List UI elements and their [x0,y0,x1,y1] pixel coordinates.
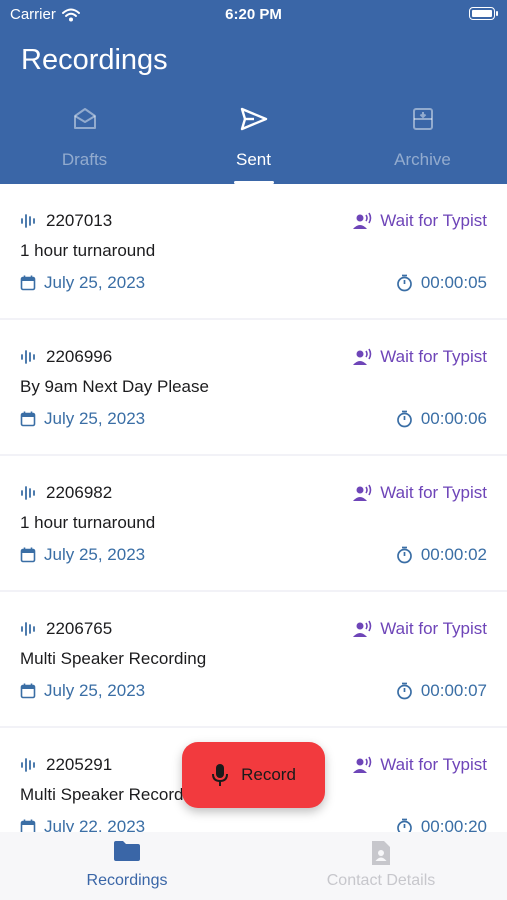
status-label: Wait for Typist [380,347,487,366]
page-title: Recordings [21,44,168,76]
typist-voice-icon [353,348,372,365]
waveform-icon [21,622,35,636]
app-header: Carrier 6:20 PM Recordings Drafts Sent A… [0,0,507,184]
nav-label: Recordings [86,872,168,889]
recording-date: July 25, 2023 [44,545,146,564]
status-bar: Carrier 6:20 PM [0,0,507,30]
typist-voice-icon [353,620,372,637]
status-label: Wait for Typist [380,619,487,638]
stopwatch-icon [396,546,412,564]
calendar-icon [20,547,36,563]
recording-card[interactable]: 2207013 Wait for Typist 1 hour turnaroun… [0,184,507,318]
status-time: 6:20 PM [225,6,282,23]
envelope-open-icon [73,108,96,129]
calendar-icon [20,819,36,832]
recording-note: By 9am Next Day Please [20,377,209,396]
tab-archive[interactable]: Archive [338,100,507,184]
nav-label: Contact Details [326,872,436,889]
recording-id: 2206765 [46,619,113,638]
stopwatch-icon [396,410,412,428]
recording-duration: 00:00:06 [420,409,487,428]
battery-icon [469,7,498,20]
tab-label: Drafts [61,150,108,169]
recording-date: July 25, 2023 [44,681,146,700]
recording-note: 1 hour turnaround [20,513,156,532]
recording-id: 2205291 [46,755,113,774]
archive-box-icon [412,108,433,130]
calendar-icon [20,275,36,291]
record-button-label: Record [241,765,296,784]
recordings-list[interactable]: 2207013 Wait for Typist 1 hour turnaroun… [0,184,507,832]
nav-recordings[interactable]: Recordings [0,832,254,900]
tab-bar: Drafts Sent Archive [0,100,507,184]
recording-note: Multi Speaker Recording [20,785,207,804]
recording-card[interactable]: 2206982 Wait for Typist 1 hour turnaroun… [0,456,507,590]
recording-card[interactable]: 2206765 Wait for Typist Multi Speaker Re… [0,592,507,726]
tab-label: Sent [236,150,271,169]
status-label: Wait for Typist [380,483,487,502]
send-icon [240,107,267,131]
recording-duration: 00:00:02 [420,545,487,564]
calendar-icon [20,683,36,699]
recording-card[interactable]: 2206996 Wait for Typist By 9am Next Day … [0,320,507,454]
record-button[interactable]: Record [182,742,325,808]
recording-date: July 25, 2023 [44,409,146,428]
recording-id: 2206982 [46,483,113,502]
stopwatch-icon [396,682,412,700]
recording-date: July 22, 2023 [44,817,146,832]
status-label: Wait for Typist [380,755,487,774]
typist-voice-icon [353,756,372,773]
stopwatch-icon [396,818,412,832]
folder-icon [114,841,140,861]
microphone-icon [212,764,229,786]
tab-sent[interactable]: Sent [169,100,338,184]
recording-note: 1 hour turnaround [20,241,156,260]
tab-drafts[interactable]: Drafts [0,100,169,184]
waveform-icon [21,350,35,364]
waveform-icon [21,214,35,228]
recording-id: 2206996 [46,347,113,366]
recording-id: 2207013 [46,211,113,230]
recording-duration: 00:00:20 [420,817,487,832]
bottom-navigation: Recordings Contact Details [0,832,507,900]
waveform-icon [21,486,35,500]
recording-duration: 00:00:05 [420,273,487,292]
calendar-icon [20,411,36,427]
typist-voice-icon [353,212,372,229]
waveform-icon [21,758,35,772]
status-label: Wait for Typist [380,211,487,230]
recording-note: Multi Speaker Recording [20,649,207,668]
recording-duration: 00:00:07 [420,681,487,700]
typist-voice-icon [353,484,372,501]
contact-file-icon [372,841,390,865]
nav-contact-details[interactable]: Contact Details [254,832,507,900]
tab-label: Archive [394,150,451,169]
stopwatch-icon [396,274,412,292]
recording-date: July 25, 2023 [44,273,146,292]
